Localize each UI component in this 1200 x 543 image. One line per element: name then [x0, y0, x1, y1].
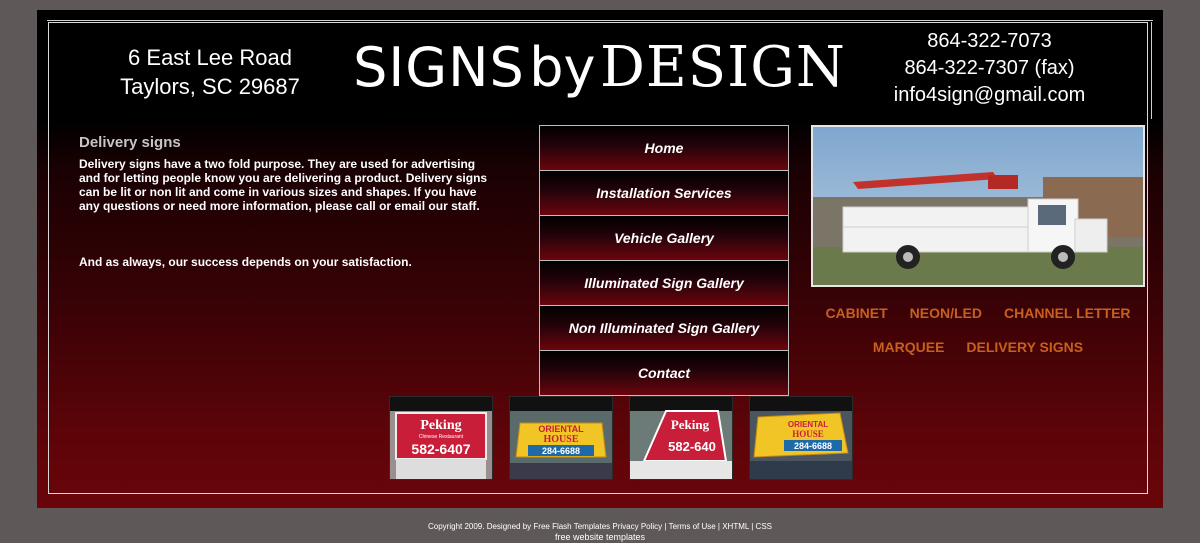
- address-line-2: Taylors, SC 29687: [120, 74, 300, 99]
- thumbnail-3[interactable]: Peking 582-640: [629, 396, 733, 480]
- thumbnail-2-line3: 284-6688: [542, 446, 580, 456]
- nav-illuminated-sign-gallery[interactable]: Illuminated Sign Gallery: [539, 260, 789, 305]
- thumbnail-1-line1: Peking: [420, 418, 461, 433]
- address-line-1: 6 East Lee Road: [128, 45, 292, 70]
- content-section: Delivery signs Delivery signs have a two…: [79, 134, 489, 269]
- thumbnail-2-line1: ORIENTAL: [538, 424, 584, 434]
- thumbnail-2-line2: HOUSE: [543, 434, 578, 445]
- category-links: CABINET NEON/LED CHANNEL LETTER MARQUEE …: [811, 303, 1145, 371]
- main-nav: Home Installation Services Vehicle Galle…: [539, 125, 789, 396]
- category-row-2: MARQUEE DELIVERY SIGNS: [811, 337, 1145, 357]
- truck-photo: [811, 125, 1145, 287]
- category-marquee[interactable]: MARQUEE: [873, 337, 945, 357]
- thumbnail-2-image: ORIENTAL HOUSE 284-6688: [510, 397, 612, 479]
- thumbnail-3-image: Peking 582-640: [630, 397, 732, 479]
- footer: Copyright 2009. Designed by Free Flash T…: [0, 521, 1200, 543]
- thumbnail-3-line1: Peking: [671, 417, 710, 432]
- thumbnail-3-line3: 582-640: [668, 439, 716, 454]
- truck-illustration: [813, 172, 1143, 285]
- thumbnail-1-line2: Chinese Restaurant: [419, 434, 464, 440]
- thumbnail-4[interactable]: ORIENTAL HOUSE 284-6688: [749, 396, 853, 480]
- nav-home[interactable]: Home: [539, 125, 789, 170]
- logo-word-design: DESIGN: [599, 35, 846, 100]
- thumbnail-4-image: ORIENTAL HOUSE 284-6688: [750, 397, 852, 479]
- content-title: Delivery signs: [79, 134, 181, 151]
- thumbnail-2[interactable]: ORIENTAL HOUSE 284-6688: [509, 396, 613, 480]
- nav-vehicle-gallery[interactable]: Vehicle Gallery: [539, 215, 789, 260]
- fax-number: 864-322-7307 (fax): [904, 57, 1075, 79]
- category-neon-led[interactable]: NEON/LED: [910, 303, 982, 323]
- main-frame: 6 East Lee Road Taylors, SC 29687 SIGNS …: [37, 10, 1163, 508]
- header-border-right: [1151, 22, 1152, 119]
- thumbnail-4-line2: HOUSE: [792, 429, 824, 439]
- thumbnail-1-line3: 582-6407: [411, 441, 470, 457]
- free-templates-link[interactable]: free website templates: [555, 532, 645, 542]
- copyright-text[interactable]: Copyright 2009. Designed by Free Flash T…: [0, 521, 1200, 532]
- category-cabinet[interactable]: CABINET: [825, 303, 887, 323]
- content-body: Delivery signs have a two fold purpose. …: [79, 157, 488, 213]
- nav-installation-services[interactable]: Installation Services: [539, 170, 789, 215]
- thumbnail-1-image: Peking Chinese Restaurant 582-6407: [390, 397, 492, 479]
- contact-info: 864-322-7073 864-322-7307 (fax) info4sig…: [877, 28, 1102, 109]
- logo-word-by: by: [529, 36, 596, 99]
- logo[interactable]: SIGNS by DESIGN: [337, 35, 862, 110]
- nav-non-illuminated-sign-gallery[interactable]: Non Illuminated Sign Gallery: [539, 305, 789, 350]
- nav-contact[interactable]: Contact: [539, 350, 789, 396]
- category-delivery-signs[interactable]: DELIVERY SIGNS: [966, 337, 1083, 357]
- phone-number: 864-322-7073: [927, 30, 1052, 52]
- thumbnail-gallery: Peking Chinese Restaurant 582-6407 ORIEN…: [387, 396, 857, 482]
- email-address[interactable]: info4sign@gmail.com: [877, 82, 1102, 109]
- logo-word-signs: SIGNS: [353, 36, 525, 99]
- category-channel-letter[interactable]: CHANNEL LETTER: [1004, 303, 1131, 323]
- header-border: [47, 20, 1153, 21]
- category-row-1: CABINET NEON/LED CHANNEL LETTER: [811, 303, 1145, 323]
- thumbnail-1[interactable]: Peking Chinese Restaurant 582-6407: [389, 396, 493, 480]
- thumbnail-4-line1: ORIENTAL: [788, 420, 828, 429]
- address: 6 East Lee Road Taylors, SC 29687: [95, 43, 325, 101]
- content-tagline: And as always, our success depends on yo…: [79, 255, 412, 269]
- thumbnail-4-line3: 284-6688: [794, 441, 832, 451]
